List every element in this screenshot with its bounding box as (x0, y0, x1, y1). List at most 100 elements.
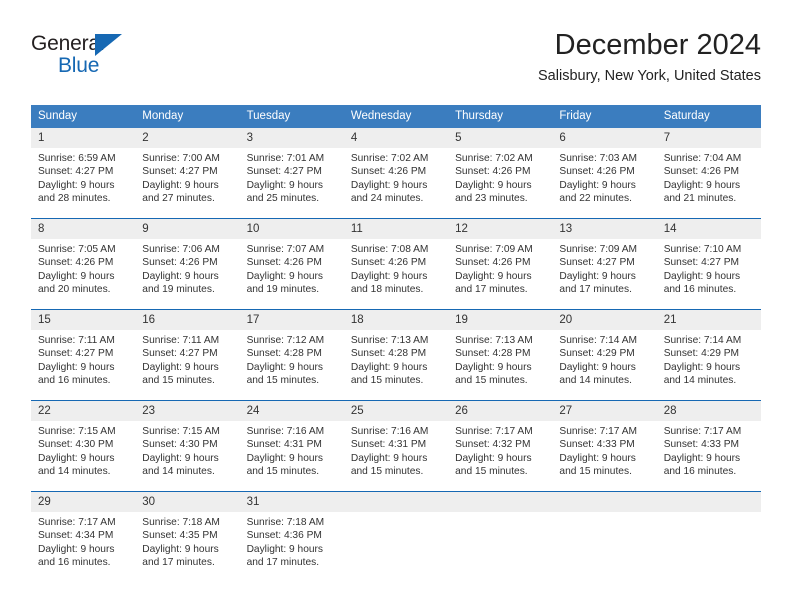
daylight-text-line1: Daylight: 9 hours (246, 270, 324, 282)
calendar-day-cell[interactable]: 18 Sunrise: 7:13 AM Sunset: 4:28 PM Dayligh… (343, 309, 449, 401)
daylight-text-line1: Daylight: 9 hours (559, 179, 636, 191)
sunset-text: Sunset: 4:27 PM (142, 166, 218, 178)
sunrise-text: Sunrise: 7:17 AM (38, 517, 116, 528)
day-cell-inner: 15 Sunrise: 7:11 AM Sunset: 4:27 PM Dayligh… (31, 310, 136, 400)
calendar-day-cell[interactable]: 17 Sunrise: 7:12 AM Sunset: 4:28 PM Dayligh… (239, 309, 344, 401)
daylight-text-line2: and 15 minutes. (142, 375, 215, 387)
calendar-day-cell[interactable]: 12 Sunrise: 7:09 AM Sunset: 4:26 PM Dayligh… (448, 218, 553, 310)
sunset-text: Sunset: 4:31 PM (350, 439, 427, 451)
sunrise-text: Sunrise: 7:02 AM (455, 153, 533, 164)
day-number (656, 492, 761, 512)
calendar-day-cell[interactable]: 11 Sunrise: 7:08 AM Sunset: 4:26 PM Dayligh… (343, 218, 449, 310)
calendar-day-cell[interactable]: 1 Sunrise: 6:59 AM Sunset: 4:27 PM Daylight… (31, 128, 136, 219)
day-number: 14 (656, 219, 761, 239)
day-cell-inner: 13 Sunrise: 7:09 AM Sunset: 4:27 PM Dayligh… (552, 219, 657, 309)
daylight-text-line1: Daylight: 9 hours (142, 270, 219, 282)
daylight-text-line2: and 14 minutes. (559, 375, 632, 387)
day-details: Sunrise: 7:16 AM Sunset: 4:31 PM Daylight:… (240, 421, 344, 479)
day-details: Sunrise: 7:05 AM Sunset: 4:26 PM Daylight:… (31, 239, 135, 297)
sunrise-text: Sunrise: 7:10 AM (663, 244, 742, 255)
day-number: 4 (343, 128, 449, 148)
daylight-text-line1: Daylight: 9 hours (455, 270, 532, 282)
sunset-text: Sunset: 4:26 PM (142, 257, 218, 269)
daylight-text-line1: Daylight: 9 hours (663, 179, 741, 191)
calendar-day-cell[interactable]: 2 Sunrise: 7:00 AM Sunset: 4:27 PM Daylight… (135, 128, 240, 219)
calendar-week-row: 22 Sunrise: 7:15 AM Sunset: 4:30 PM Dayligh… (31, 400, 761, 492)
calendar-day-cell[interactable]: 30 Sunrise: 7:18 AM Sunset: 4:35 PM Dayligh… (135, 491, 240, 582)
day-number: 10 (239, 219, 344, 239)
daylight-text-line1: Daylight: 9 hours (350, 452, 428, 464)
calendar-day-cell[interactable]: 25 Sunrise: 7:16 AM Sunset: 4:31 PM Dayligh… (343, 400, 449, 492)
day-details: Sunrise: 7:15 AM Sunset: 4:30 PM Daylight:… (31, 421, 135, 479)
calendar-day-cell[interactable]: 3 Sunrise: 7:01 AM Sunset: 4:27 PM Daylight… (239, 128, 344, 219)
sunrise-text: Sunrise: 7:13 AM (350, 335, 429, 346)
calendar-day-cell[interactable]: 24 Sunrise: 7:16 AM Sunset: 4:31 PM Dayligh… (239, 400, 344, 492)
daylight-text-line1: Daylight: 9 hours (663, 270, 741, 282)
day-number: 18 (343, 310, 449, 330)
daylight-text-line1: Daylight: 9 hours (559, 361, 636, 373)
daylight-text-line2: and 14 minutes. (38, 466, 111, 478)
day-details: Sunrise: 7:17 AM Sunset: 4:32 PM Daylight:… (448, 421, 552, 479)
daylight-text-line2: and 16 minutes. (38, 375, 111, 387)
calendar-day-cell[interactable]: 6 Sunrise: 7:03 AM Sunset: 4:26 PM Daylight… (552, 128, 657, 219)
calendar-day-cell[interactable]: 16 Sunrise: 7:11 AM Sunset: 4:27 PM Dayligh… (135, 309, 240, 401)
calendar-day-cell[interactable]: 4 Sunrise: 7:02 AM Sunset: 4:26 PM Daylight… (343, 128, 449, 219)
day-details: Sunrise: 7:02 AM Sunset: 4:26 PM Daylight:… (344, 148, 448, 206)
daylight-text-line1: Daylight: 9 hours (559, 270, 636, 282)
day-cell-inner: 1 Sunrise: 6:59 AM Sunset: 4:27 PM Daylight… (31, 128, 136, 218)
daylight-text-line1: Daylight: 9 hours (350, 361, 428, 373)
calendar-day-cell[interactable]: 28 Sunrise: 7:17 AM Sunset: 4:33 PM Dayligh… (656, 400, 761, 492)
calendar-day-cell[interactable]: 19 Sunrise: 7:13 AM Sunset: 4:28 PM Dayligh… (448, 309, 553, 401)
daylight-text-line2: and 14 minutes. (142, 466, 215, 478)
calendar-day-cell[interactable]: 29 Sunrise: 7:17 AM Sunset: 4:34 PM Dayligh… (31, 491, 136, 582)
calendar-day-cell[interactable]: 20 Sunrise: 7:14 AM Sunset: 4:29 PM Dayligh… (552, 309, 657, 401)
day-number: 24 (239, 401, 344, 421)
daylight-text-line1: Daylight: 9 hours (38, 361, 115, 373)
calendar-day-cell[interactable]: 13 Sunrise: 7:09 AM Sunset: 4:27 PM Dayligh… (552, 218, 657, 310)
calendar-day-cell[interactable]: 10 Sunrise: 7:07 AM Sunset: 4:26 PM Dayligh… (239, 218, 344, 310)
calendar-day-cell[interactable]: 15 Sunrise: 7:11 AM Sunset: 4:27 PM Dayligh… (31, 309, 136, 401)
calendar-day-cell[interactable]: 31 Sunrise: 7:18 AM Sunset: 4:36 PM Dayligh… (239, 491, 344, 582)
daylight-text-line1: Daylight: 9 hours (663, 452, 741, 464)
daylight-text-line1: Daylight: 9 hours (246, 361, 324, 373)
location-subtitle: Salisbury, New York, United States (538, 68, 761, 84)
day-cell-inner: 31 Sunrise: 7:18 AM Sunset: 4:36 PM Dayligh… (239, 492, 344, 582)
sunrise-text: Sunrise: 7:12 AM (246, 335, 325, 346)
day-details: Sunrise: 7:09 AM Sunset: 4:27 PM Daylight:… (552, 239, 656, 297)
weekday-header-tuesday: Tuesday (239, 105, 344, 128)
daylight-text-line1: Daylight: 9 hours (455, 179, 532, 191)
calendar-day-cell[interactable]: 9 Sunrise: 7:06 AM Sunset: 4:26 PM Daylight… (135, 218, 240, 310)
calendar-day-cell[interactable]: 5 Sunrise: 7:02 AM Sunset: 4:26 PM Daylight… (448, 128, 553, 219)
day-number: 28 (656, 401, 761, 421)
daylight-text-line1: Daylight: 9 hours (142, 361, 219, 373)
logo-text-general: General (31, 32, 105, 55)
day-number: 27 (552, 401, 657, 421)
sunset-text: Sunset: 4:31 PM (246, 439, 322, 451)
daylight-text-line1: Daylight: 9 hours (38, 452, 115, 464)
sunrise-text: Sunrise: 7:06 AM (142, 244, 220, 255)
daylight-text-line2: and 15 minutes. (246, 375, 320, 387)
sunset-text: Sunset: 4:32 PM (455, 439, 531, 451)
day-details: Sunrise: 7:14 AM Sunset: 4:29 PM Daylight:… (657, 330, 761, 388)
calendar-day-cell[interactable]: 21 Sunrise: 7:14 AM Sunset: 4:29 PM Dayligh… (656, 309, 761, 401)
calendar-day-cell[interactable]: 23 Sunrise: 7:15 AM Sunset: 4:30 PM Dayligh… (135, 400, 240, 492)
calendar-day-cell[interactable]: 27 Sunrise: 7:17 AM Sunset: 4:33 PM Dayligh… (552, 400, 657, 492)
calendar-day-cell[interactable]: 22 Sunrise: 7:15 AM Sunset: 4:30 PM Dayligh… (31, 400, 136, 492)
day-cell-inner: 30 Sunrise: 7:18 AM Sunset: 4:35 PM Dayligh… (135, 492, 240, 582)
calendar-day-cell[interactable]: 8 Sunrise: 7:05 AM Sunset: 4:26 PM Daylight… (31, 218, 136, 310)
day-number: 25 (343, 401, 449, 421)
weekday-header-sunday: Sunday (31, 105, 136, 128)
general-blue-logo[interactable]: General Blue (31, 32, 161, 86)
calendar-day-cell[interactable]: 14 Sunrise: 7:10 AM Sunset: 4:27 PM Dayligh… (656, 218, 761, 310)
daylight-text-line2: and 17 minutes. (246, 557, 320, 569)
calendar-header-row: Sunday Monday Tuesday Wednesday Thursday… (31, 105, 761, 128)
day-cell-inner: 9 Sunrise: 7:06 AM Sunset: 4:26 PM Daylight… (135, 219, 240, 309)
calendar-day-cell[interactable]: 7 Sunrise: 7:04 AM Sunset: 4:26 PM Daylight… (656, 128, 761, 219)
daylight-text-line1: Daylight: 9 hours (559, 452, 636, 464)
day-cell-inner: 27 Sunrise: 7:17 AM Sunset: 4:33 PM Dayligh… (552, 401, 657, 491)
daylight-text-line2: and 19 minutes. (142, 284, 215, 296)
page-header: General Blue December 2024 Salisbury, Ne… (31, 28, 761, 98)
sunrise-text: Sunrise: 7:13 AM (455, 335, 533, 346)
daylight-text-line1: Daylight: 9 hours (142, 179, 219, 191)
calendar-day-cell[interactable]: 26 Sunrise: 7:17 AM Sunset: 4:32 PM Dayligh… (448, 400, 553, 492)
